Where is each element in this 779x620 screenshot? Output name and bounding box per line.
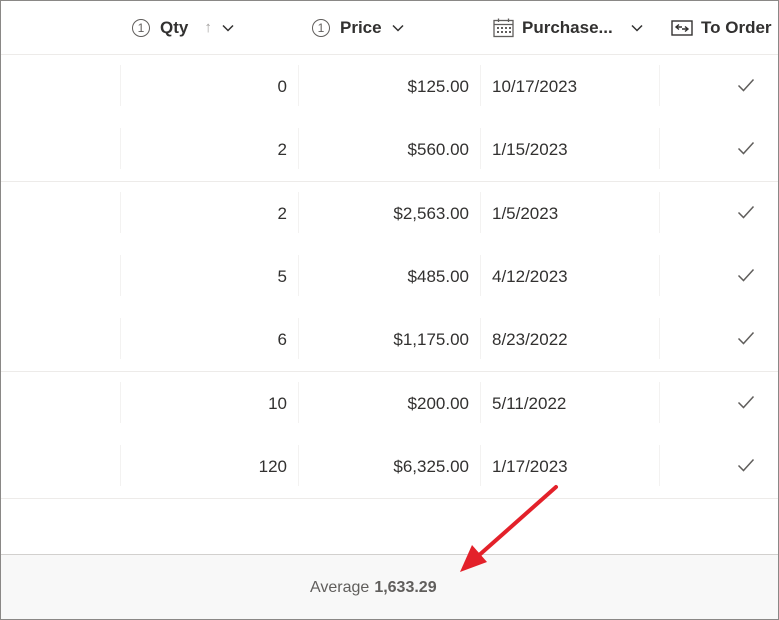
yes-no-icon <box>671 19 693 36</box>
price-cell[interactable]: $485.00 <box>299 245 469 308</box>
price-cell[interactable]: $560.00 <box>299 118 469 181</box>
to-order-cell[interactable] <box>725 55 767 118</box>
column-header-qty[interactable]: 1 Qty ↑ <box>132 1 234 54</box>
qty-cell[interactable]: 0 <box>121 55 287 118</box>
cell-divider <box>480 65 481 106</box>
purchase-date-cell[interactable]: 1/15/2023 <box>492 118 657 181</box>
price-cell[interactable]: $2,563.00 <box>299 182 469 245</box>
checkmark-icon <box>737 457 755 477</box>
number-icon: 1 <box>132 18 150 37</box>
qty-cell[interactable]: 5 <box>121 245 287 308</box>
table-row[interactable]: 2 $560.00 1/15/2023 <box>1 118 778 182</box>
checkmark-icon <box>737 267 755 287</box>
purchase-date-cell[interactable]: 10/17/2023 <box>492 55 657 118</box>
table-row[interactable]: 120 $6,325.00 1/17/2023 <box>1 435 778 499</box>
to-order-cell[interactable] <box>725 245 767 308</box>
price-cell[interactable]: $125.00 <box>299 55 469 118</box>
checkmark-icon <box>737 394 755 414</box>
purchase-date-cell[interactable]: 1/17/2023 <box>492 435 657 498</box>
purchase-date-cell[interactable]: 1/5/2023 <box>492 182 657 245</box>
to-order-cell[interactable] <box>725 435 767 498</box>
price-cell[interactable]: $6,325.00 <box>299 435 469 498</box>
column-header-row: 1 Qty ↑ 1 Price Purchase... To Order <box>1 1 778 55</box>
sort-ascending-icon: ↑ <box>204 19 212 36</box>
cell-divider <box>659 445 660 486</box>
column-header-label: Qty <box>160 17 189 37</box>
aggregate-value: 1,633.29 <box>374 578 437 596</box>
checkmark-icon <box>737 330 755 350</box>
table-row[interactable]: 6 $1,175.00 8/23/2022 <box>1 308 778 372</box>
aggregate-label: Average <box>310 578 370 596</box>
to-order-cell[interactable] <box>725 308 767 371</box>
cell-divider <box>480 382 481 423</box>
column-header-label: To Order <box>701 17 772 37</box>
qty-aggregate[interactable]: Average 1,633.29 <box>310 555 437 619</box>
purchase-date-cell[interactable]: 5/11/2022 <box>492 372 657 435</box>
aggregation-footer: Average 1,633.29 <box>1 554 778 619</box>
column-header-purchase[interactable]: Purchase... <box>493 1 643 54</box>
column-header-label: Price <box>340 17 382 37</box>
qty-cell[interactable]: 120 <box>121 435 287 498</box>
table-row[interactable]: 2 $2,563.00 1/5/2023 <box>1 182 778 246</box>
qty-cell[interactable]: 2 <box>121 118 287 181</box>
checkmark-icon <box>737 204 755 224</box>
qty-cell[interactable]: 6 <box>121 308 287 371</box>
checkmark-icon <box>737 140 755 160</box>
chevron-down-icon[interactable] <box>631 24 643 32</box>
calendar-icon <box>493 18 514 38</box>
cell-divider <box>659 318 660 359</box>
cell-divider <box>659 192 660 233</box>
chevron-down-icon[interactable] <box>222 24 234 32</box>
cell-divider <box>480 445 481 486</box>
chevron-down-icon[interactable] <box>392 24 404 32</box>
checkmark-icon <box>737 77 755 97</box>
to-order-cell[interactable] <box>725 372 767 435</box>
to-order-cell[interactable] <box>725 118 767 181</box>
price-cell[interactable]: $1,175.00 <box>299 308 469 371</box>
to-order-cell[interactable] <box>725 182 767 245</box>
cell-divider <box>480 255 481 296</box>
cell-divider <box>480 318 481 359</box>
cell-divider <box>659 382 660 423</box>
cell-divider <box>480 192 481 233</box>
column-header-to-order[interactable]: To Order <box>671 1 772 54</box>
qty-cell[interactable]: 10 <box>121 372 287 435</box>
list-view: 1 Qty ↑ 1 Price Purchase... To Order 0 $… <box>0 0 779 620</box>
cell-divider <box>659 128 660 169</box>
table-row[interactable]: 10 $200.00 5/11/2022 <box>1 372 778 436</box>
cell-divider <box>659 65 660 106</box>
price-cell[interactable]: $200.00 <box>299 372 469 435</box>
cell-divider <box>659 255 660 296</box>
table-row[interactable]: 0 $125.00 10/17/2023 <box>1 55 778 119</box>
purchase-date-cell[interactable]: 8/23/2022 <box>492 308 657 371</box>
purchase-date-cell[interactable]: 4/12/2023 <box>492 245 657 308</box>
table-row[interactable]: 5 $485.00 4/12/2023 <box>1 245 778 309</box>
number-icon: 1 <box>312 18 330 37</box>
qty-cell[interactable]: 2 <box>121 182 287 245</box>
cell-divider <box>480 128 481 169</box>
column-header-price[interactable]: 1 Price <box>312 1 404 54</box>
column-header-label: Purchase... <box>522 17 613 37</box>
